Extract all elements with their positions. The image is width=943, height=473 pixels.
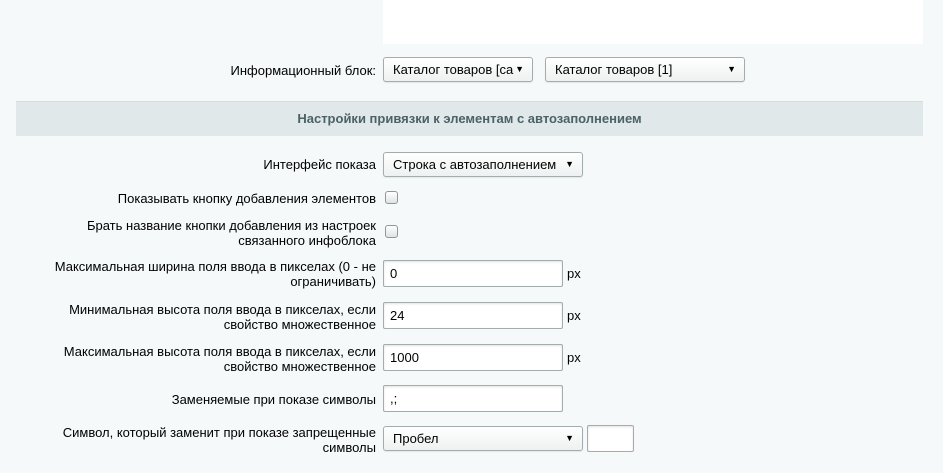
section-header: Настройки привязки к элементам с автозап…	[16, 101, 923, 136]
take-button-name-label-line1: Брать название кнопки добавления из наст…	[86, 218, 376, 233]
iblock-label: Информационный блок:	[230, 63, 376, 78]
min-height-unit: px	[567, 308, 581, 323]
max-height-label-line1: Максимальная высота поля ввода в пиксела…	[63, 344, 376, 359]
iblock-type-value: Каталог товаров [ca	[393, 62, 514, 77]
chevron-down-icon: ▼	[515, 64, 524, 74]
iblock-value: Каталог товаров [1]	[555, 62, 673, 77]
max-width-unit: px	[567, 266, 581, 281]
min-height-input[interactable]: 24	[383, 302, 563, 329]
max-height-label-line2: свойство множественное	[223, 359, 376, 374]
interface-value: Строка с автозаполнением	[393, 157, 557, 172]
max-height-unit: px	[567, 350, 581, 365]
replacement-symbol-value: Пробел	[393, 431, 439, 446]
chevron-down-icon: ▼	[727, 64, 736, 74]
replace-symbols-input[interactable]: ,;	[383, 385, 563, 412]
chevron-down-icon: ▼	[565, 433, 574, 443]
textarea-bottom[interactable]	[383, 0, 923, 44]
max-width-label: Максимальная ширина поля ввода в пиксела…	[55, 259, 376, 289]
take-button-name-label: Брать название кнопки добавления из наст…	[87, 218, 376, 248]
max-width-input[interactable]: 0	[383, 260, 563, 287]
chevron-down-icon: ▼	[565, 159, 574, 169]
show-add-button-checkbox[interactable]	[385, 191, 398, 204]
max-height-input[interactable]: 1000	[383, 344, 563, 371]
replace-symbols-label: Заменяемые при показе символы	[171, 392, 376, 407]
replacement-symbol-label: Символ, который заменит при показе запре…	[63, 425, 376, 455]
max-width-label-line1: Максимальная ширина поля ввода в пиксела…	[54, 259, 376, 274]
take-button-name-label-line2: связанного инфоблока	[238, 233, 376, 248]
max-width-label-line2: ограничивать)	[290, 274, 376, 289]
replacement-symbol-custom-input[interactable]	[587, 425, 634, 452]
replacement-symbol-label-line2: символы	[322, 440, 376, 455]
interface-select[interactable]: Строка с автозаполнением ▼	[383, 152, 583, 177]
show-add-button-label: Показывать кнопку добавления элементов	[117, 191, 376, 206]
replacement-symbol-select[interactable]: Пробел ▼	[383, 426, 583, 451]
max-height-label: Максимальная высота поля ввода в пиксела…	[64, 344, 376, 374]
min-height-label: Минимальная высота поля ввода в пикселах…	[69, 302, 376, 332]
replacement-symbol-label-line1: Символ, который заменит при показе запре…	[62, 425, 376, 440]
min-height-label-line2: свойство множественное	[223, 317, 376, 332]
min-height-label-line1: Минимальная высота поля ввода в пикселах…	[69, 302, 376, 317]
take-button-name-checkbox[interactable]	[385, 225, 398, 238]
iblock-type-select[interactable]: Каталог товаров [ca ▼	[383, 57, 533, 82]
iblock-select[interactable]: Каталог товаров [1] ▼	[545, 57, 745, 82]
interface-label: Интерфейс показа	[263, 157, 376, 172]
